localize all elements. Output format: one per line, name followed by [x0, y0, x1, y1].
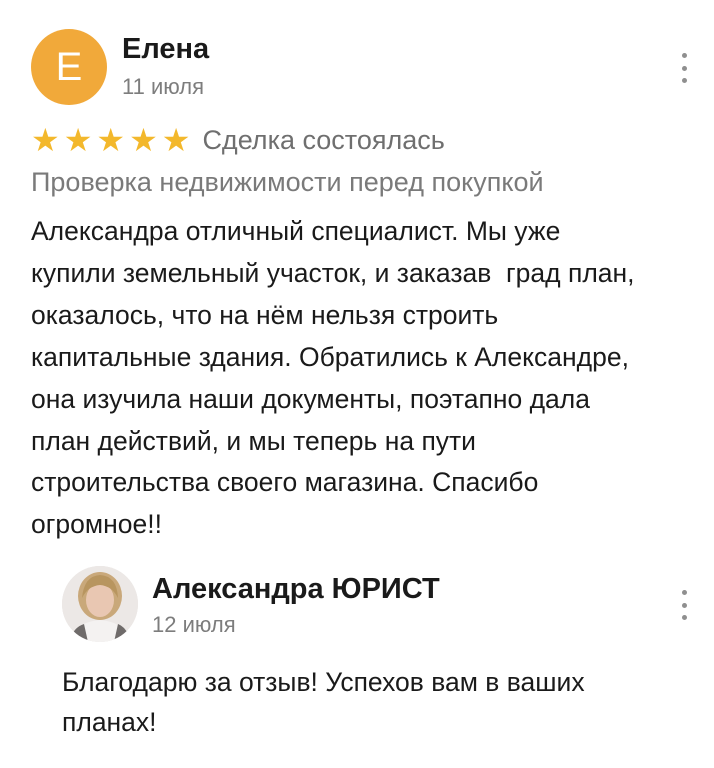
- reply-author-name[interactable]: Александра ЮРИСТ: [152, 573, 440, 606]
- menu-dot: [681, 65, 687, 71]
- review-card: Е Елена 11 июля ★ ★ ★ ★ ★ Сделка состоялась …: [0, 0, 714, 768]
- author-avatar[interactable]: Е: [31, 29, 107, 105]
- rating-row: ★ ★ ★ ★ ★ Сделка состоялась: [31, 122, 445, 158]
- deal-status: Сделка состоялась: [202, 124, 445, 155]
- star-icon: ★: [96, 122, 126, 158]
- reply-text: Благодарю за отзыв! Успехов вам в ваших …: [62, 667, 585, 737]
- star-icon: ★: [63, 122, 93, 158]
- star-icon: ★: [129, 122, 158, 158]
- reply-avatar[interactable]: [62, 566, 138, 642]
- author-initial: Е: [55, 44, 83, 89]
- review-menu-icon[interactable]: [679, 53, 689, 83]
- review-text: Александра отличный специалист. Мы уже к…: [31, 216, 635, 540]
- menu-dot: [681, 602, 687, 608]
- reply-date: 12 июля: [152, 612, 236, 637]
- review-date: 11 июля: [122, 74, 205, 99]
- person-photo-icon: [62, 566, 138, 642]
- menu-dot: [681, 78, 687, 83]
- menu-dot: [681, 53, 687, 58]
- author-name[interactable]: Елена: [122, 33, 209, 66]
- menu-dot: [681, 590, 687, 595]
- rating-stars: ★ ★ ★ ★ ★: [31, 124, 190, 156]
- reply-block: Александра ЮРИСТ 12 июля Благодарю за от…: [0, 560, 714, 768]
- star-icon: ★: [31, 122, 60, 158]
- star-icon: ★: [161, 122, 191, 158]
- reply-menu-icon[interactable]: [679, 590, 689, 620]
- service-name: Проверка недвижимости перед покупкой: [31, 167, 544, 197]
- menu-dot: [681, 615, 687, 620]
